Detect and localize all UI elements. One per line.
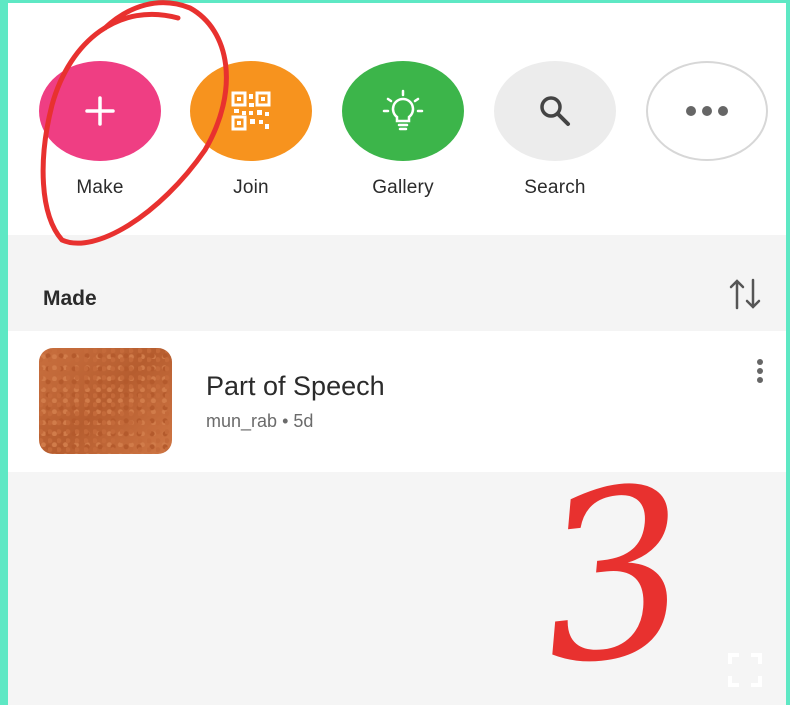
- search-circle[interactable]: [494, 61, 616, 161]
- screenshot-frame-right: [786, 0, 790, 705]
- more-vertical-icon[interactable]: [754, 359, 766, 389]
- list-item[interactable]: Part of Speech mun_rab • 5d: [8, 331, 786, 472]
- make-label: Make: [76, 177, 124, 198]
- item-meta: mun_rab • 5d: [206, 411, 313, 432]
- more-circle[interactable]: [646, 61, 768, 161]
- lightbulb-icon: [382, 89, 424, 131]
- search-button[interactable]: Search: [493, 61, 617, 199]
- make-button[interactable]: Make: [38, 61, 162, 199]
- more-button[interactable]: [645, 61, 769, 177]
- more-horizontal-icon: [686, 106, 728, 116]
- gallery-label: Gallery: [372, 177, 434, 198]
- item-author: mun_rab: [206, 411, 278, 431]
- search-icon: [540, 96, 570, 126]
- plus-icon: [85, 96, 115, 126]
- make-circle[interactable]: [39, 61, 161, 161]
- empty-list-area: [8, 472, 786, 705]
- fullscreen-icon[interactable]: [728, 653, 762, 687]
- screenshot-frame-left: [0, 0, 8, 705]
- section-title: Made: [43, 287, 97, 310]
- action-bar: Make Join Gallery Search: [8, 3, 786, 235]
- item-age: 5d: [293, 411, 314, 431]
- sort-icon[interactable]: [728, 277, 764, 311]
- join-label: Join: [233, 177, 269, 198]
- gallery-circle[interactable]: [342, 61, 464, 161]
- qr-code-icon: [231, 91, 271, 131]
- item-separator: •: [282, 411, 289, 431]
- item-title[interactable]: Part of Speech: [206, 371, 385, 402]
- join-circle[interactable]: [190, 61, 312, 161]
- gallery-button[interactable]: Gallery: [341, 61, 465, 199]
- join-button[interactable]: Join: [189, 61, 313, 199]
- made-section-header: Made: [8, 235, 786, 331]
- search-label: Search: [524, 177, 586, 198]
- item-thumbnail[interactable]: [39, 348, 172, 454]
